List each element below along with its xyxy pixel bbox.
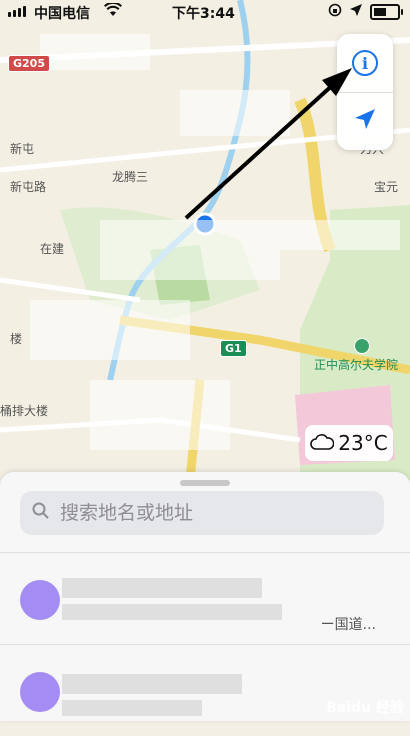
list-item[interactable]: ー国道... [0, 554, 410, 644]
bottom-sheet[interactable]: ー国道... [0, 472, 410, 721]
search-icon [32, 502, 50, 524]
sheet-grabber[interactable] [180, 480, 230, 486]
place-icon [20, 672, 60, 712]
place-icon [20, 580, 60, 620]
search-input[interactable] [58, 501, 384, 525]
row-subtitle: ー国道... [320, 617, 376, 633]
search-bar[interactable] [20, 491, 384, 535]
list-item[interactable] [0, 646, 410, 736]
watermark: Baidu 经验 [326, 700, 404, 716]
annotation-arrow [184, 68, 352, 220]
